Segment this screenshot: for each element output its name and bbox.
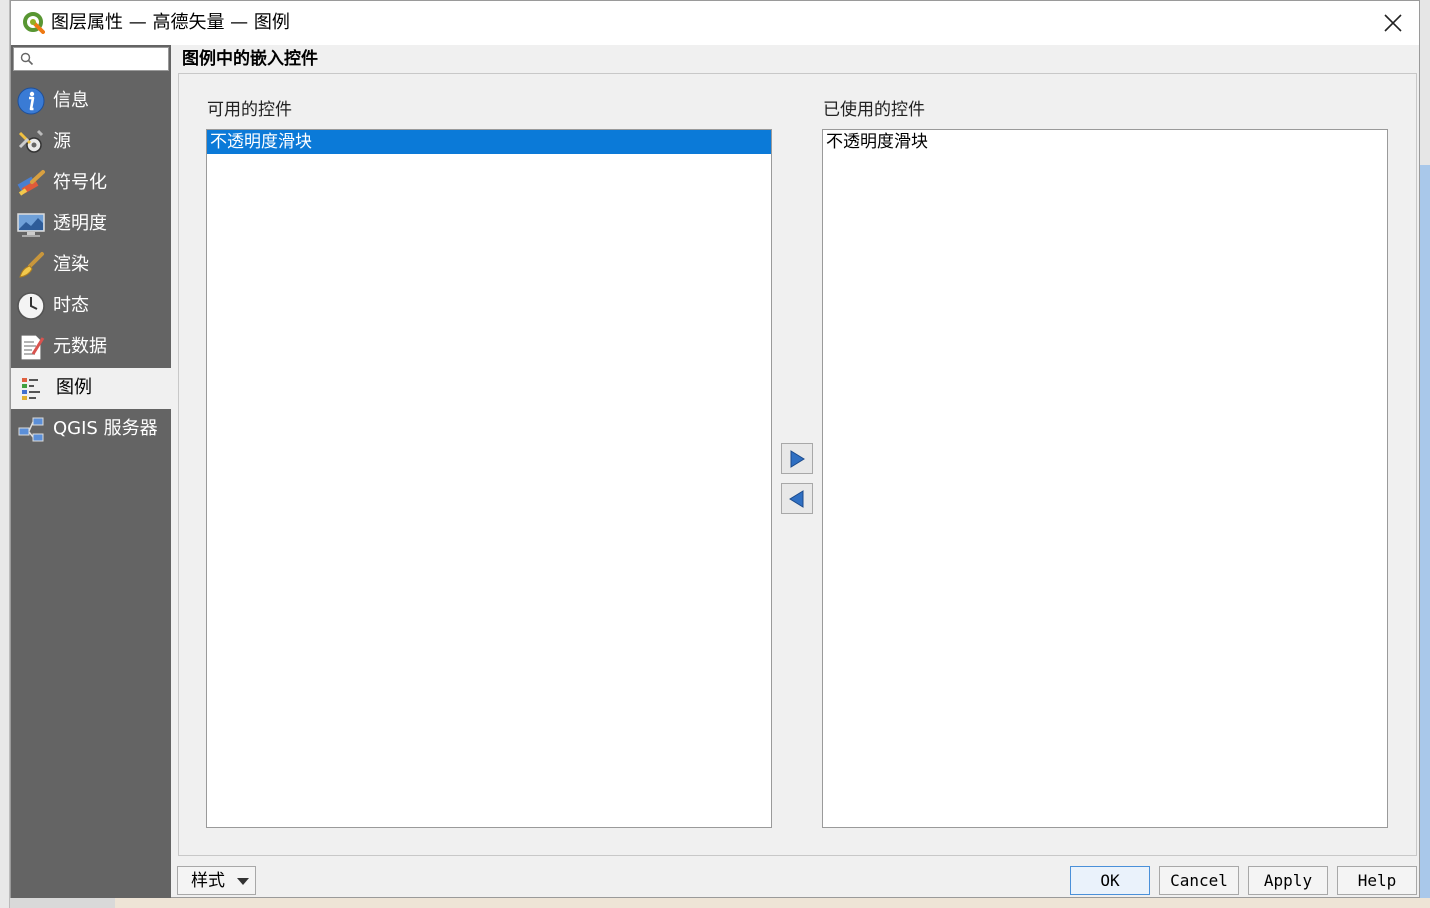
ok-button[interactable]: OK <box>1070 866 1150 895</box>
sidebar-item-qgis-server[interactable]: QGIS 服务器 <box>11 409 171 450</box>
section-title: 图例中的嵌入控件 <box>182 49 318 69</box>
available-widgets-caption: 可用的控件 <box>207 100 292 120</box>
sidebar-search-box[interactable] <box>13 47 169 71</box>
metadata-document-icon <box>20 334 45 361</box>
add-widget-button[interactable] <box>781 443 813 474</box>
window-title: 图层属性 — 高德矢量 — 图例 <box>51 12 290 33</box>
arrow-right-icon <box>790 449 805 468</box>
search-icon <box>20 52 34 66</box>
sidebar-item-label: 源 <box>53 131 71 152</box>
qgis-server-icon <box>18 417 44 442</box>
sidebar-item-rendering[interactable]: 渲染 <box>11 245 171 286</box>
sidebar: 信息 源 符号化 透明度 渲染 时态 元数据 图例 QGIS 服务器 <box>11 45 171 898</box>
sidebar-item-legend[interactable]: 图例 <box>11 368 171 409</box>
arrow-left-icon <box>789 489 804 508</box>
sidebar-item-label: 透明度 <box>53 213 107 234</box>
chevron-down-icon <box>237 878 249 885</box>
used-widgets-caption: 已使用的控件 <box>823 100 925 120</box>
temporal-clock-icon <box>17 292 45 320</box>
cancel-button[interactable]: Cancel <box>1159 866 1239 895</box>
symbology-brush-icon <box>17 170 45 196</box>
sidebar-item-label: 时态 <box>53 295 89 316</box>
sidebar-item-metadata[interactable]: 元数据 <box>11 327 171 368</box>
info-icon <box>17 87 45 115</box>
qgis-logo-icon <box>23 12 45 34</box>
search-input[interactable] <box>38 49 166 69</box>
sidebar-item-symbology[interactable]: 符号化 <box>11 163 171 204</box>
sidebar-nav: 信息 源 符号化 透明度 渲染 时态 元数据 图例 QGIS 服务器 <box>11 81 171 450</box>
sidebar-item-label: 信息 <box>53 90 89 111</box>
layer-properties-dialog: 图层属性 — 高德矢量 — 图例 信息 源 符号化 透明度 渲染 时态 元数据 … <box>10 0 1420 898</box>
sidebar-item-label: 符号化 <box>53 172 107 193</box>
sidebar-item-label: 渲染 <box>53 254 89 275</box>
legend-icon <box>22 378 40 400</box>
sidebar-item-information[interactable]: 信息 <box>11 81 171 122</box>
source-tools-icon <box>18 129 44 153</box>
used-widgets-list[interactable]: 不透明度滑块 <box>822 129 1388 828</box>
background-app-left-edge <box>0 0 10 908</box>
sidebar-item-label: QGIS 服务器 <box>53 418 158 439</box>
background-map-bottom <box>115 898 1430 908</box>
help-button[interactable]: Help <box>1337 866 1417 895</box>
sidebar-item-temporal[interactable]: 时态 <box>11 286 171 327</box>
rendering-brush-icon <box>19 252 44 278</box>
apply-button[interactable]: Apply <box>1248 866 1328 895</box>
remove-widget-button[interactable] <box>781 483 813 514</box>
style-dropdown-button[interactable]: 样式 <box>177 866 256 895</box>
close-button[interactable] <box>1367 1 1419 45</box>
available-widgets-list[interactable]: 不透明度滑块 <box>206 129 772 828</box>
sidebar-item-label: 图例 <box>56 377 92 398</box>
available-widget-item[interactable]: 不透明度滑块 <box>207 130 771 154</box>
style-button-label: 样式 <box>191 871 225 891</box>
sidebar-item-label: 元数据 <box>53 336 107 357</box>
sidebar-item-transparency[interactable]: 透明度 <box>11 204 171 245</box>
transparency-monitor-icon <box>17 213 45 237</box>
close-icon <box>1384 14 1402 32</box>
title-bar: 图层属性 — 高德矢量 — 图例 <box>11 1 1419 45</box>
sidebar-item-source[interactable]: 源 <box>11 122 171 163</box>
used-widget-item[interactable]: 不透明度滑块 <box>823 130 1387 154</box>
